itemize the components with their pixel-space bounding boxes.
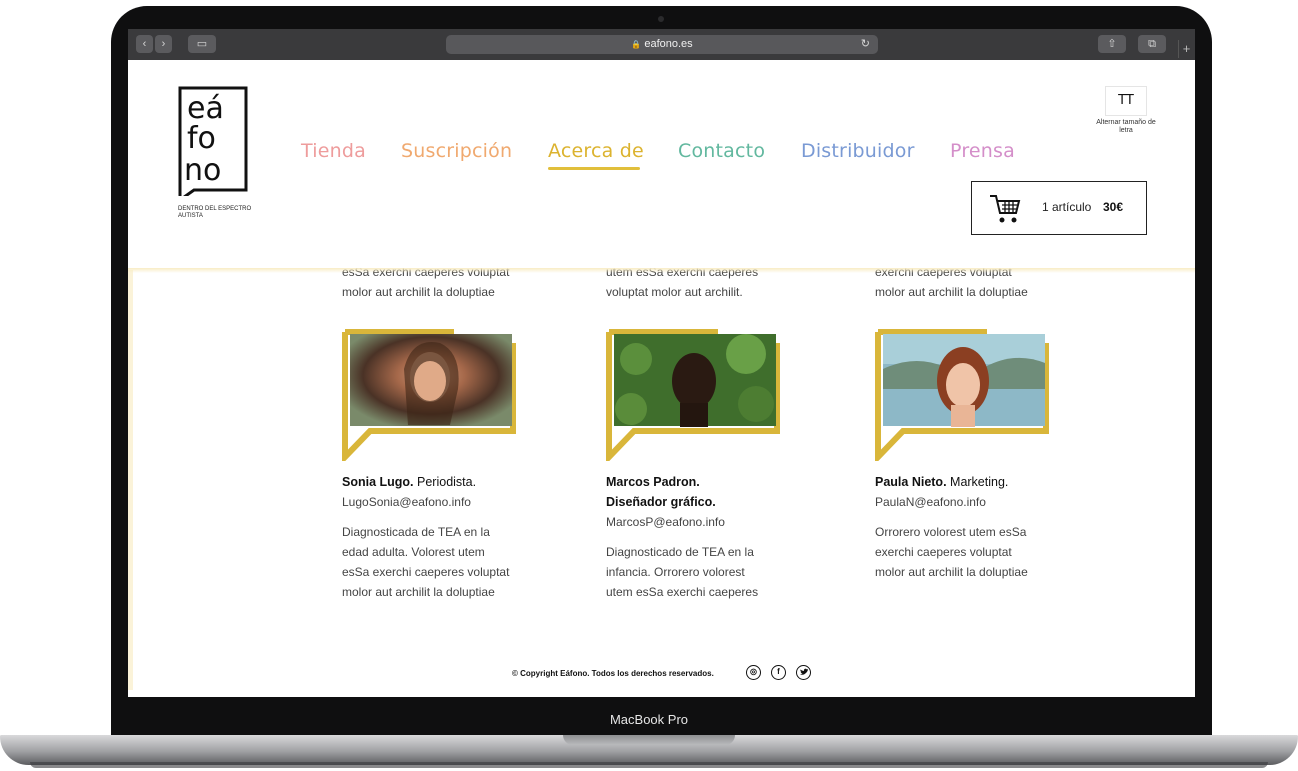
svg-text:no: no xyxy=(184,153,221,188)
twitter-bird-glyph xyxy=(799,668,808,675)
speech-bubble-frame xyxy=(606,329,780,465)
menu-item-tienda[interactable]: Tienda xyxy=(301,140,366,162)
left-decoration xyxy=(128,270,133,690)
site-header: eá fo no DENTRO DEL ESPECTRO AUTISTA Tie… xyxy=(128,60,1195,268)
team-bio-sonia: Diagnosticada de TEA en la edad adulta. … xyxy=(342,525,510,599)
menu-item-contacto[interactable]: Contacto xyxy=(678,140,765,162)
footer-copyright: © Copyright Eáfono. Todos los derechos r… xyxy=(512,669,714,678)
team-photo-marcos xyxy=(606,329,780,465)
forward-button[interactable]: › xyxy=(155,35,172,53)
url-text: eafono.es xyxy=(644,38,693,50)
eafono-logo[interactable]: eá fo no xyxy=(178,84,248,196)
team-bio-marcos: Diagnosticado de TEA en la infancia. Orr… xyxy=(606,545,759,599)
twitter-icon[interactable] xyxy=(796,665,811,680)
team-bio-paula: Orrorero volorest utem esSa exerchi caep… xyxy=(875,525,1028,579)
menu-item-prensa[interactable]: Prensa xyxy=(950,140,1015,162)
svg-text:fo: fo xyxy=(187,121,216,156)
team-email-sonia[interactable]: LugoSonia@eafono.info xyxy=(342,492,471,512)
menu-item-acerca-de[interactable]: Acerca de xyxy=(548,140,644,162)
reload-icon[interactable]: ↻ xyxy=(861,35,870,54)
header-shadow xyxy=(128,268,1195,273)
cart-summary[interactable]: 1 artículo 30€ xyxy=(971,181,1147,235)
sidebar-toggle-button[interactable]: ▭ xyxy=(188,35,216,53)
instagram-icon[interactable]: ◎ xyxy=(746,665,761,680)
menu-item-distribuidor[interactable]: Distribuidor xyxy=(801,140,915,162)
tabs-overview-button[interactable]: ⧉ xyxy=(1138,35,1166,53)
browser-toolbar: ‹ › ▭ 🔒 eafono.es ↻ ⇧ ⧉ xyxy=(128,29,1195,60)
team-photo-paula xyxy=(875,329,1049,465)
device-label: MacBook Pro xyxy=(609,712,689,727)
laptop-shadow xyxy=(30,762,1268,768)
cart-total: 30€ xyxy=(1103,200,1124,214)
facebook-icon[interactable]: f xyxy=(771,665,786,680)
team-photo-sonia xyxy=(342,329,516,465)
cart-item-count: 1 artículo xyxy=(1042,200,1092,214)
laptop-notch xyxy=(563,735,735,745)
font-size-toggle-button[interactable]: TT xyxy=(1105,86,1147,116)
share-button[interactable]: ⇧ xyxy=(1098,35,1126,53)
text-size-icon: TT xyxy=(1118,93,1134,108)
speech-bubble-frame xyxy=(875,329,1049,465)
camera xyxy=(658,16,664,22)
team-name-sonia: Sonia Lugo. Periodista. xyxy=(342,475,477,489)
laptop-mockup: ‹ › ▭ 🔒 eafono.es ↻ ⇧ ⧉ + esSa exerchi c… xyxy=(0,0,1298,771)
lock-icon: 🔒 xyxy=(631,40,642,49)
logo-tagline: DENTRO DEL ESPECTRO AUTISTA xyxy=(178,206,252,219)
new-tab-button[interactable]: + xyxy=(1178,40,1194,58)
active-menu-indicator xyxy=(548,167,640,170)
team-name-marcos: Marcos Padron. Diseñador gráfico. xyxy=(606,475,716,509)
team-name-paula: Paula Nieto. Marketing. xyxy=(875,475,1009,489)
team-email-marcos[interactable]: MarcosP@eafono.info xyxy=(606,512,725,532)
menu-item-suscripcion[interactable]: Suscripción xyxy=(401,140,512,162)
shopping-cart-icon xyxy=(990,195,1021,223)
back-button[interactable]: ‹ xyxy=(136,35,153,53)
address-bar[interactable]: 🔒 eafono.es ↻ xyxy=(446,35,878,54)
speech-bubble-frame xyxy=(342,329,516,465)
font-size-toggle-label: Alternar tamaño de letra xyxy=(1096,119,1156,134)
web-page: esSa exerchi caeperes voluptat molor aut… xyxy=(128,60,1195,697)
team-email-paula[interactable]: PaulaN@eafono.info xyxy=(875,492,986,512)
